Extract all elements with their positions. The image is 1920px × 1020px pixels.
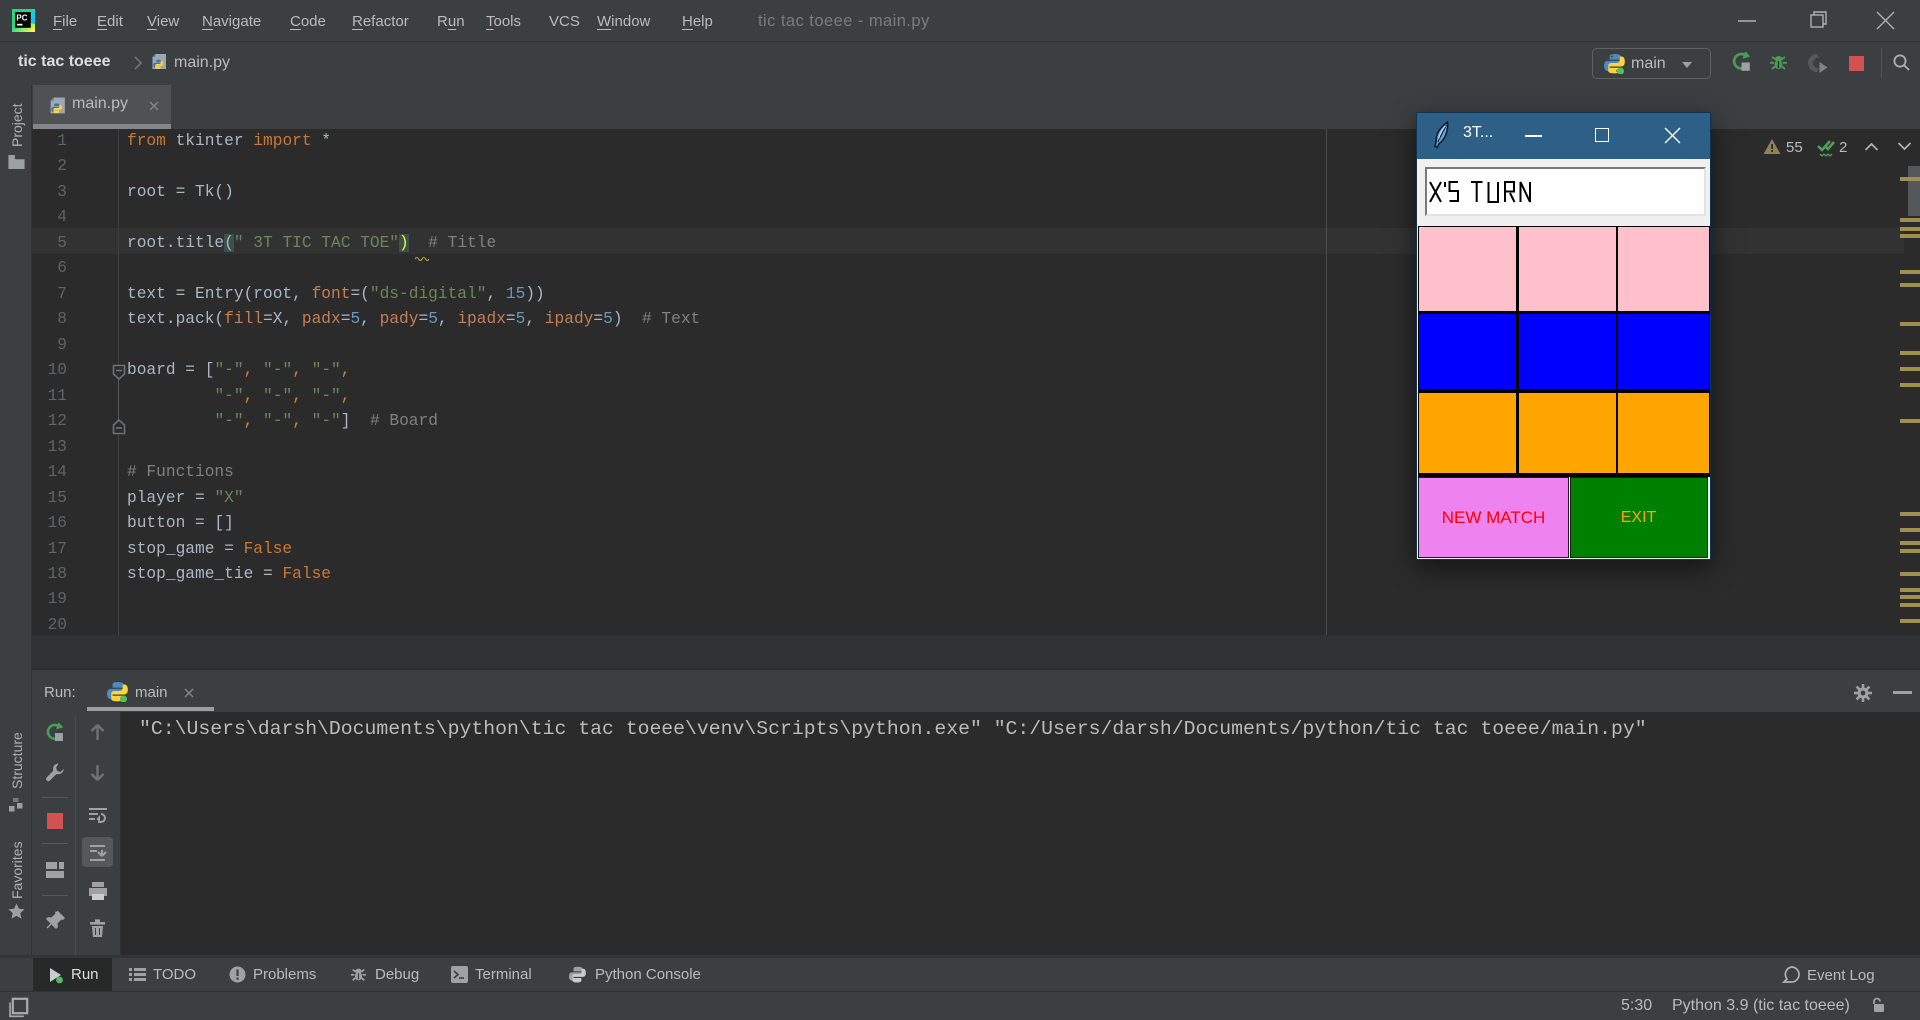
svg-text:PC: PC xyxy=(16,14,27,23)
